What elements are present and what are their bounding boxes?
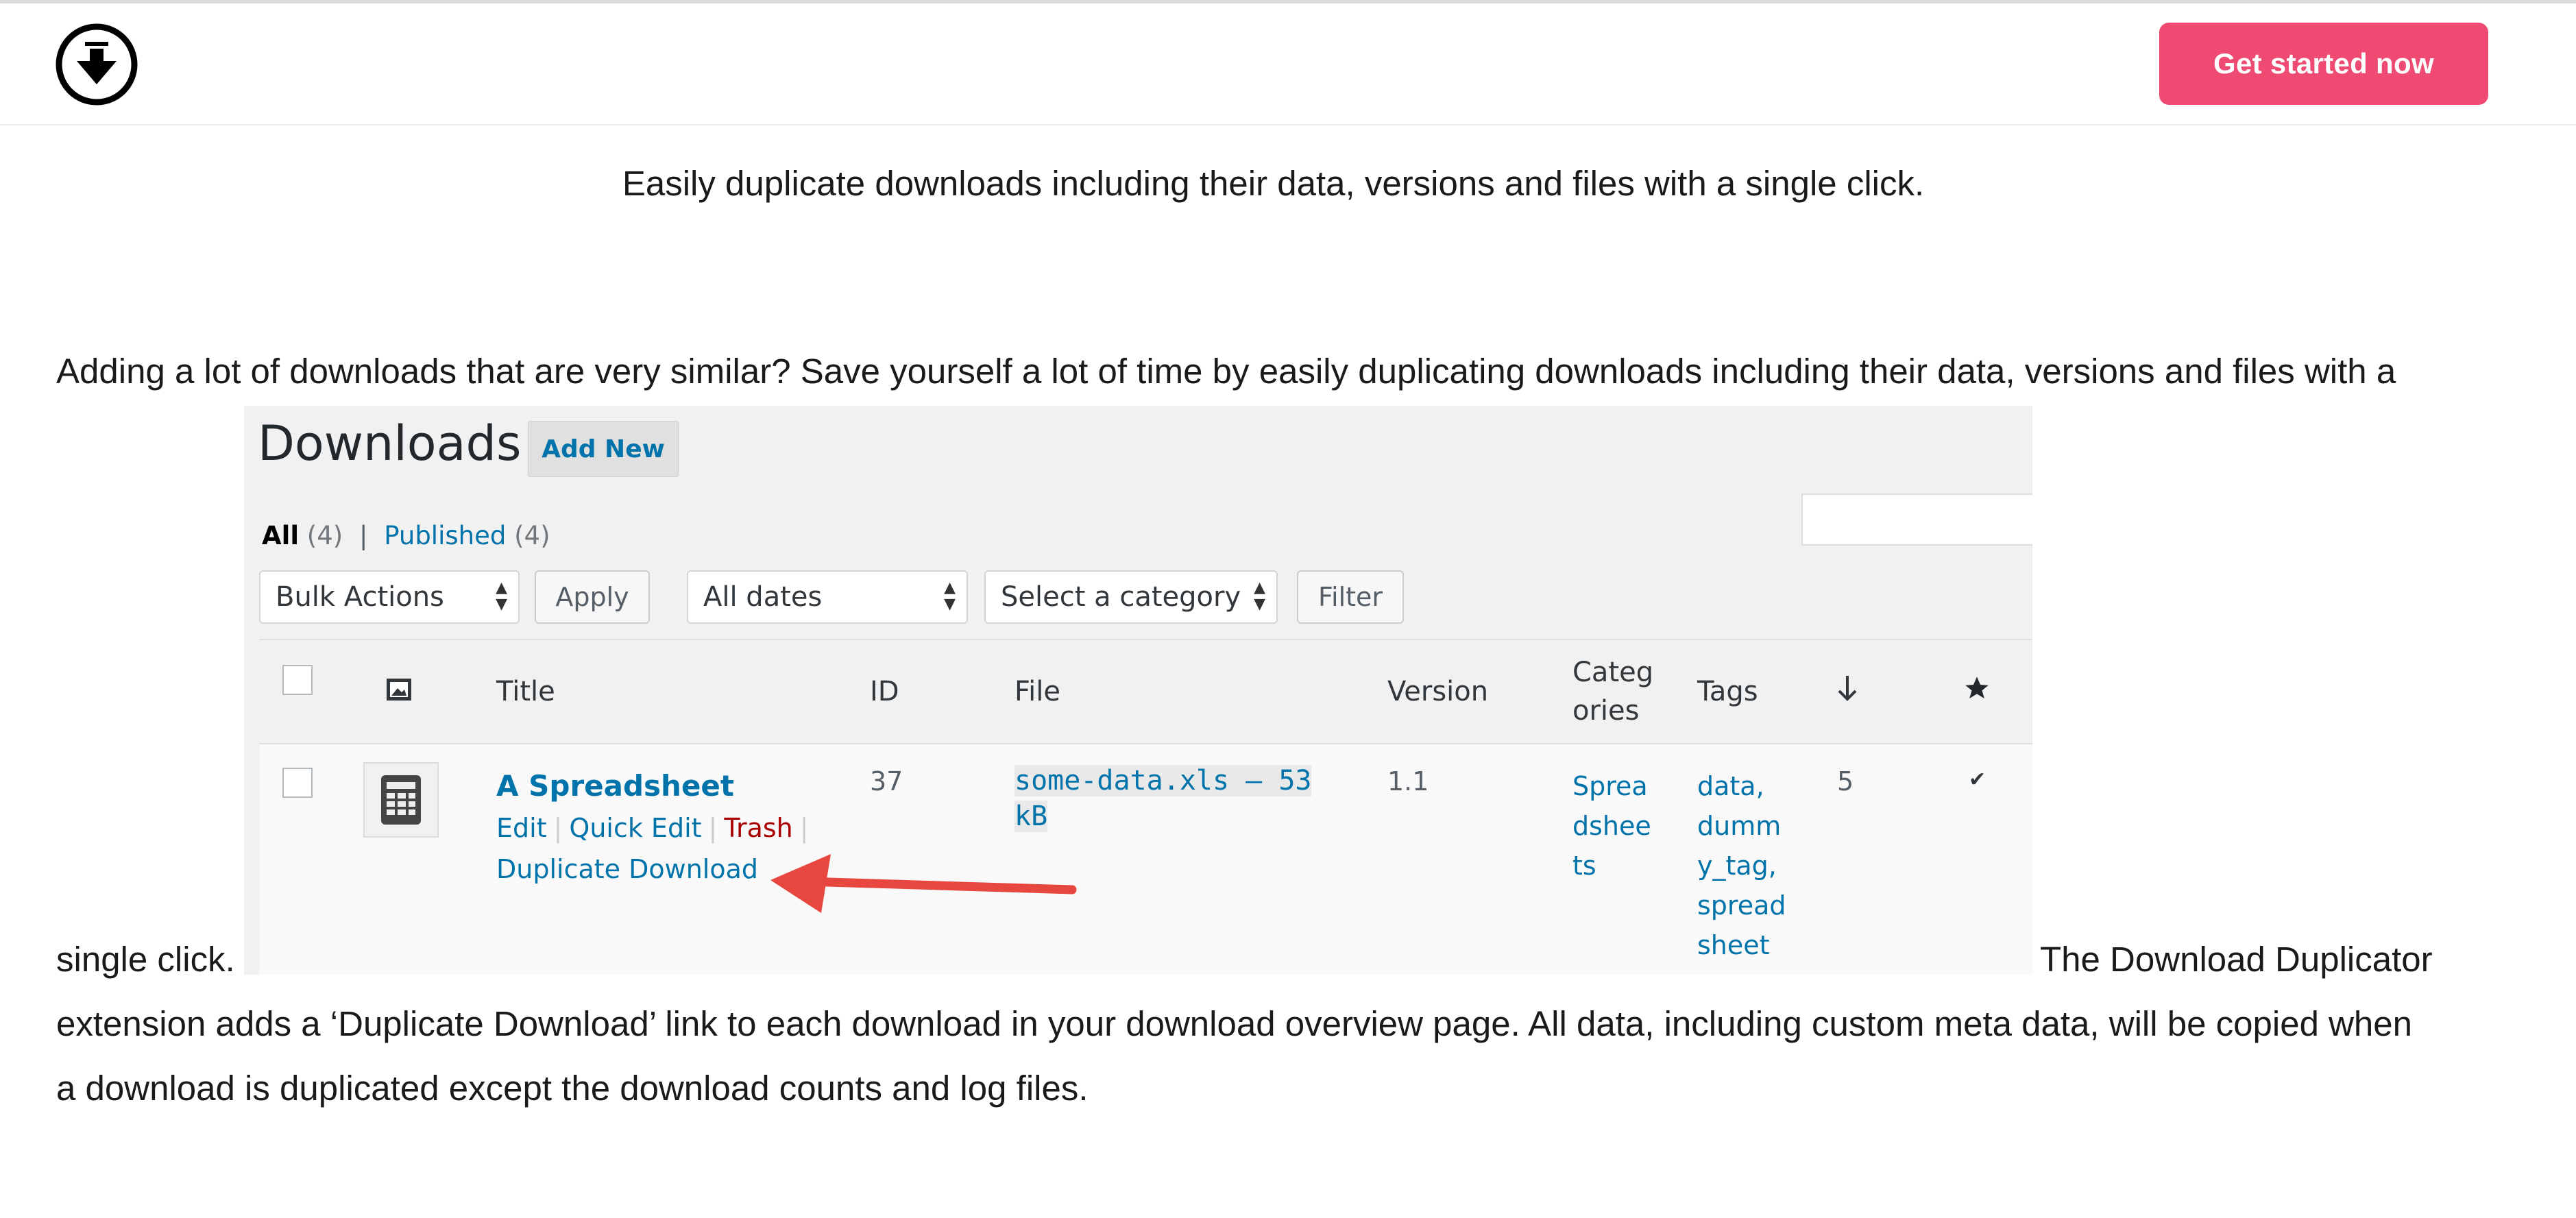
row-category-line: ts: [1572, 851, 1596, 881]
downloads-table: Title ID File Version Categ ories Tags A…: [259, 639, 2032, 975]
page: Get started now Easily duplicate downloa…: [0, 0, 2576, 1218]
column-file: File: [1014, 676, 1060, 707]
column-categories-line1: Categ: [1572, 657, 1654, 688]
row-id: 37: [870, 766, 903, 796]
filter-published-count: (4): [514, 521, 550, 550]
column-title[interactable]: Title: [496, 676, 555, 707]
column-tags: Tags: [1697, 676, 1758, 707]
category-select[interactable]: Select a category ▲ ▼: [984, 570, 1278, 624]
star-icon[interactable]: [1963, 674, 1991, 705]
dates-label: All dates: [703, 581, 823, 613]
status-filters: All (4) | Published (4): [262, 521, 550, 550]
edit-link[interactable]: Edit: [496, 813, 547, 843]
row-category-line: dshee: [1572, 811, 1651, 841]
filter-separator: |: [359, 521, 368, 550]
filter-published[interactable]: Published: [384, 521, 506, 550]
filter-button[interactable]: Filter: [1297, 570, 1404, 624]
row-tag-line: spread: [1697, 890, 1786, 921]
select-arrows-icon: ▲ ▼: [496, 579, 507, 613]
download-arrow-icon[interactable]: [1836, 673, 1859, 706]
featured-check-icon[interactable]: ✔: [1969, 768, 1986, 792]
row-tags[interactable]: data, dumm y_tag, spread sheet: [1697, 766, 1786, 965]
filter-all[interactable]: All: [262, 521, 299, 550]
row-download-count: 5: [1837, 766, 1854, 796]
tagline: Easily duplicate downloads including the…: [622, 164, 1925, 203]
apply-button[interactable]: Apply: [535, 570, 650, 624]
column-categories-line2: ories: [1572, 695, 1640, 727]
search-input[interactable]: [1801, 494, 2032, 546]
category-label: Select a category: [1001, 581, 1241, 613]
trash-link[interactable]: Trash: [724, 813, 792, 843]
dates-select[interactable]: All dates ▲ ▼: [687, 570, 968, 624]
column-id[interactable]: ID: [870, 676, 899, 707]
action-separator: |: [708, 813, 718, 843]
row-actions: Edit | Quick Edit | Trash |: [496, 813, 816, 843]
site-header: Get started now: [0, 3, 2576, 125]
row-checkbox[interactable]: [282, 768, 313, 798]
row-tag-line: data,: [1697, 771, 1764, 801]
bulk-actions-select[interactable]: Bulk Actions ▲ ▼: [259, 570, 520, 624]
row-file-line1: some-data.xls – 53: [1014, 765, 1312, 796]
select-all-checkbox[interactable]: [282, 665, 313, 695]
row-file-line2: kB: [1014, 801, 1048, 832]
row-file[interactable]: some-data.xls – 53 kB: [1014, 765, 1312, 832]
description-line-4: a download is duplicated except the down…: [56, 1069, 1089, 1108]
image-icon: [385, 677, 413, 705]
description-line-3: extension adds a ‘Duplicate Download’ li…: [56, 1004, 2413, 1043]
get-started-button[interactable]: Get started now: [2159, 23, 2488, 105]
bulk-actions-label: Bulk Actions: [276, 581, 444, 613]
row-title-link[interactable]: A Spreadsheet: [496, 769, 734, 803]
quick-edit-link[interactable]: Quick Edit: [569, 813, 701, 843]
screenshot-page-title: Downloads: [258, 415, 522, 472]
select-arrows-icon: ▲ ▼: [944, 579, 956, 613]
row-tag-line: dumm: [1697, 811, 1782, 841]
row-version: 1.1: [1387, 766, 1429, 796]
downloads-screenshot: Downloads Add New All (4) | Published (4…: [244, 406, 2032, 975]
duplicate-download-link[interactable]: Duplicate Download: [496, 854, 758, 884]
row-categories[interactable]: Sprea dshee ts: [1572, 766, 1651, 886]
description-line-2-end: The Download Duplicator: [2040, 940, 2433, 979]
filter-all-count: (4): [306, 521, 343, 550]
table-header: Title ID File Version Categ ories Tags: [259, 640, 2032, 744]
select-arrows-icon: ▲ ▼: [1254, 579, 1265, 613]
action-separator: |: [799, 813, 809, 843]
row-tag-line: y_tag,: [1697, 851, 1777, 881]
column-version: Version: [1387, 676, 1489, 707]
action-separator: |: [553, 813, 563, 843]
add-new-button[interactable]: Add New: [528, 421, 679, 477]
description-line-1: Adding a lot of downloads that are very …: [56, 352, 2396, 391]
spreadsheet-icon: [363, 762, 439, 838]
download-arrow-circle-icon[interactable]: [55, 23, 138, 106]
row-category-line: Sprea: [1572, 771, 1648, 801]
